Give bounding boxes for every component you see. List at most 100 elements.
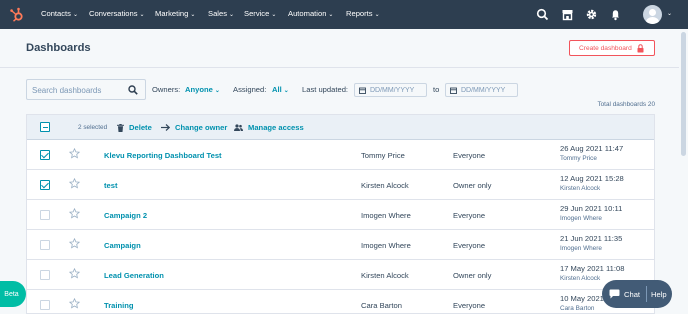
change-owner-button[interactable]: Change owner (161, 123, 227, 132)
row-checkbox[interactable] (40, 150, 50, 160)
owner-cell: Kirsten Alcock (361, 181, 409, 190)
owners-dropdown[interactable]: Anyone ⌄ (185, 85, 220, 94)
nav-conversations[interactable]: Conversations ⌄ (89, 9, 145, 18)
star-icon[interactable] (69, 148, 80, 159)
date-from-field[interactable] (354, 83, 427, 97)
dashboard-name-link[interactable]: Training (104, 301, 134, 310)
nav-reports[interactable]: Reports ⌄ (346, 9, 380, 18)
date-to-input[interactable] (461, 85, 516, 96)
table-row[interactable]: Training Cara Barton Everyone 10 May 202… (27, 290, 654, 314)
chevron-down-icon: ⌄ (214, 88, 220, 94)
row-checkbox[interactable] (40, 270, 50, 280)
page-scrollbar[interactable] (679, 29, 688, 314)
star-icon[interactable] (69, 298, 80, 309)
table-row[interactable]: test Kirsten Alcock Owner only 12 Aug 20… (27, 170, 654, 200)
assigned-cell: Owner only (453, 181, 492, 190)
row-checkbox[interactable] (40, 240, 50, 250)
chat-help-widget[interactable]: Chat Help (602, 280, 672, 308)
owner-cell: Imogen Where (361, 211, 411, 220)
assigned-cell: Everyone (453, 151, 486, 160)
last-updated-user: Kirsten Alcock (560, 275, 601, 282)
last-updated-user: Kirsten Alcock (560, 185, 601, 192)
chat-bubble-icon[interactable] (609, 289, 620, 299)
chevron-down-icon[interactable]: ⌄ (667, 10, 672, 17)
bulk-actions-bar: 2 selected Delete Change owner Manage ac… (27, 115, 654, 140)
dashboard-name-link[interactable]: Klevu Reporting Dashboard Test (104, 151, 222, 160)
chevron-down-icon: ⌄ (139, 12, 145, 18)
last-updated-date: 10 May 2021 (560, 294, 604, 303)
nav-contacts[interactable]: Contacts ⌄ (41, 9, 78, 18)
row-checkbox[interactable] (40, 180, 50, 190)
dashboard-name-link[interactable]: test (104, 181, 118, 190)
date-to-field[interactable] (445, 83, 518, 97)
create-dashboard-label: Create dashboard (579, 44, 632, 52)
search-icon[interactable] (128, 85, 138, 95)
create-dashboard-button[interactable]: Create dashboard (569, 40, 655, 56)
row-checkbox[interactable] (40, 210, 50, 220)
bell-icon[interactable] (609, 8, 622, 21)
nav-marketing[interactable]: Marketing ⌄ (155, 9, 195, 18)
nav-sales[interactable]: Sales ⌄ (208, 9, 234, 18)
user-icon (646, 9, 659, 24)
table-row[interactable]: Klevu Reporting Dashboard Test Tommy Pri… (27, 140, 654, 170)
table-row[interactable]: Campaign 2 Imogen Where Everyone 29 Jun … (27, 200, 654, 230)
date-from-input[interactable] (370, 85, 425, 96)
owner-cell: Kirsten Alcock (361, 271, 409, 280)
beta-label: Beta (4, 290, 19, 298)
assigned-cell: Everyone (453, 241, 486, 250)
nav-service[interactable]: Service ⌄ (244, 9, 276, 18)
nav-marketing-label: Marketing (155, 9, 189, 18)
nav-automation-label: Automation (288, 9, 327, 18)
avatar[interactable] (643, 5, 662, 24)
owner-cell: Tommy Price (361, 151, 405, 160)
marketplace-icon[interactable] (561, 8, 574, 21)
dashboards-table: 2 selected Delete Change owner Manage ac… (26, 114, 655, 314)
star-icon[interactable] (69, 208, 80, 219)
last-updated-user: Cara Barton (560, 305, 595, 312)
calendar-icon (359, 87, 366, 94)
header-divider (0, 67, 688, 68)
nav-reports-label: Reports (346, 9, 373, 18)
owner-cell: Imogen Where (361, 241, 411, 250)
nav-automation[interactable]: Automation ⌄ (288, 9, 333, 18)
lock-icon (637, 44, 644, 53)
assigned-cell: Everyone (453, 301, 486, 310)
star-icon[interactable] (69, 238, 80, 249)
chevron-down-icon: ⌄ (72, 12, 78, 18)
last-updated-label: Last updated: (302, 85, 349, 94)
last-updated-user: Imogen Where (560, 245, 602, 252)
dashboard-name-link[interactable]: Campaign (104, 241, 141, 250)
chevron-down-icon: ⌄ (283, 88, 289, 94)
change-owner-label: Change owner (175, 123, 228, 132)
star-icon[interactable] (69, 178, 80, 189)
calendar-icon (450, 87, 457, 94)
row-checkbox[interactable] (40, 300, 50, 310)
delete-button[interactable]: Delete (117, 123, 152, 132)
dashboard-name-link[interactable]: Campaign 2 (104, 211, 147, 220)
beta-button[interactable]: Beta (0, 281, 26, 307)
search-icon[interactable] (536, 8, 549, 21)
search-input[interactable] (32, 83, 128, 97)
owner-cell: Cara Barton (361, 301, 402, 310)
users-icon (234, 124, 243, 131)
scrollbar-thumb[interactable] (681, 32, 686, 156)
total-dashboards-count: Total dashboards 20 (597, 101, 655, 108)
chevron-down-icon: ⌄ (328, 12, 334, 18)
star-icon[interactable] (69, 268, 80, 279)
assigned-dropdown[interactable]: All ⌄ (272, 85, 289, 94)
table-row[interactable]: Campaign Imogen Where Everyone 21 Jun 20… (27, 230, 654, 260)
last-updated-date: 21 Jun 2021 11:35 (560, 234, 623, 243)
manage-access-button[interactable]: Manage access (234, 123, 304, 132)
page-title: Dashboards (26, 42, 91, 54)
hubspot-logo-icon[interactable] (9, 7, 25, 23)
chevron-down-icon: ⌄ (374, 12, 380, 18)
select-all-checkbox[interactable] (40, 122, 50, 132)
dashboard-name-link[interactable]: Lead Generation (104, 271, 164, 280)
help-label[interactable]: Help (651, 290, 667, 299)
last-updated-user: Tommy Price (560, 155, 597, 162)
search-dashboards-field[interactable] (26, 79, 146, 100)
gear-icon[interactable] (585, 8, 598, 21)
table-row[interactable]: Lead Generation Kirsten Alcock Owner onl… (27, 260, 654, 290)
assigned-value: All (272, 85, 282, 94)
chat-label[interactable]: Chat (624, 290, 640, 299)
